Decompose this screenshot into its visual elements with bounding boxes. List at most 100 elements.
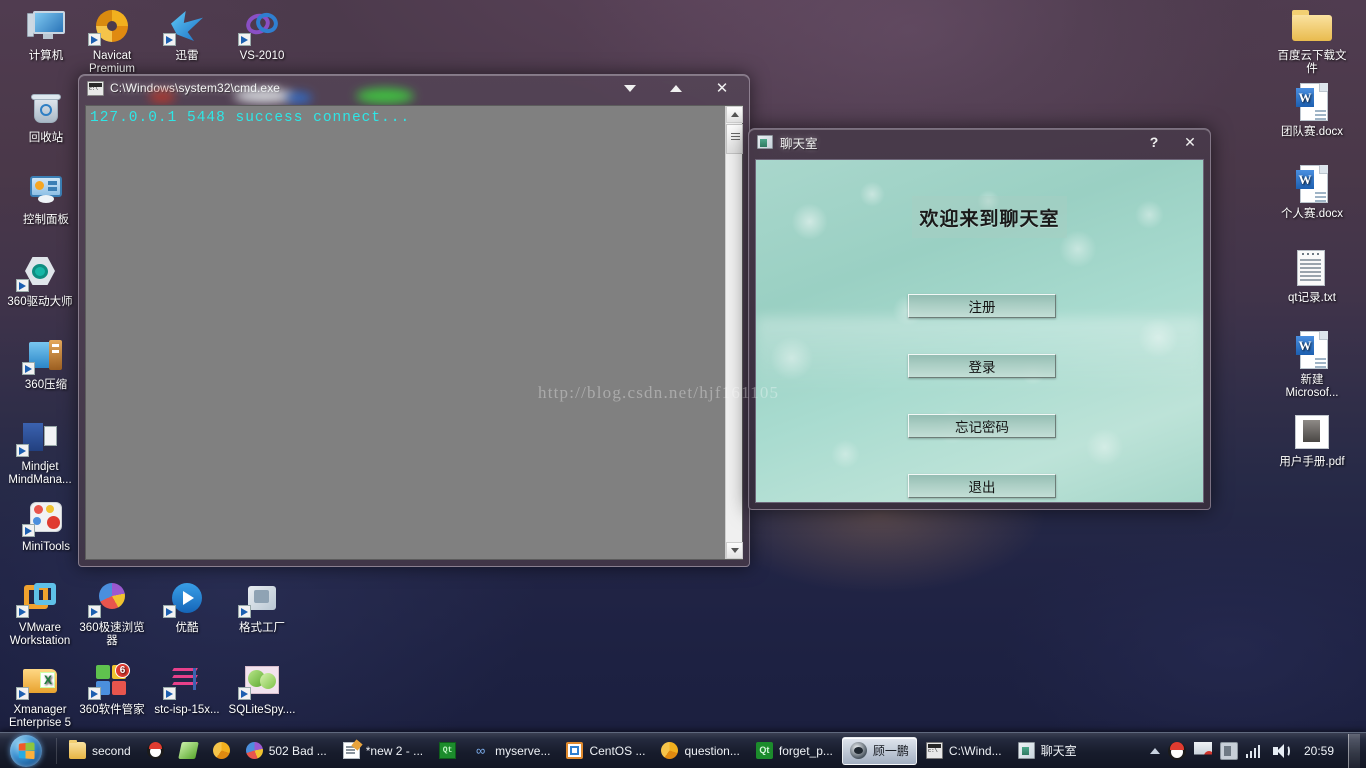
device-icon[interactable] <box>1220 742 1238 760</box>
a-navicat-icon <box>88 6 136 46</box>
taskbar-item-label: C:\Wind... <box>949 744 1002 758</box>
login-button[interactable]: 登录 <box>908 354 1056 378</box>
taskbar-item-money[interactable] <box>173 737 204 765</box>
desktop-icon-label: VS-2010 <box>224 50 300 63</box>
desktop-icon[interactable]: Mindjet MindMana... <box>2 417 78 487</box>
shortcut-arrow-icon <box>16 605 29 618</box>
a-xl-icon <box>163 6 211 46</box>
cmd-window[interactable]: C:\Windows\system32\cmd.exe ✕ 127.0.0.1 … <box>78 74 750 567</box>
shortcut-arrow-icon <box>163 605 176 618</box>
cmd-minimize-button[interactable] <box>607 77 653 99</box>
taskbar[interactable]: second 502 Bad ... *new 2 - ... Qt ∞myserve.… <box>0 732 1366 768</box>
desktop-icon-label: Xmanager Enterprise 5 <box>2 704 78 730</box>
taskbar-item-myserver[interactable]: ∞myserve... <box>465 737 557 765</box>
chatroom-titlebar[interactable]: 聊天室 ? ✕ <box>749 129 1210 155</box>
a-panel-icon <box>22 170 70 210</box>
desktop-icon[interactable]: Navicat Premium <box>74 6 150 76</box>
desktop-icon[interactable]: W个人赛.docx <box>1274 164 1350 221</box>
desktop-icon-label: 360驱动大师 <box>2 296 78 309</box>
desktop-icon[interactable]: 计算机 <box>8 6 84 63</box>
desktop-icon-label: VMware Workstation <box>2 622 78 648</box>
desktop-icon[interactable]: 360极速浏览器 <box>74 578 150 648</box>
register-button[interactable]: 注册 <box>908 294 1056 318</box>
taskbar-item-label: 顾一鹏 <box>873 742 909 759</box>
desktop-icon[interactable]: 优酷 <box>149 578 225 635</box>
infinity-icon: ∞ <box>472 742 489 759</box>
desktop-icon[interactable]: VMware Workstation <box>2 578 78 648</box>
volume-icon[interactable] <box>1272 742 1290 760</box>
cmd-titlebar[interactable]: C:\Windows\system32\cmd.exe ✕ <box>79 75 749 101</box>
qq-tray-icon[interactable] <box>1168 742 1186 760</box>
taskbar-item-question[interactable]: question... <box>654 737 746 765</box>
flag-error-icon[interactable] <box>1194 742 1212 760</box>
forgot-password-button[interactable]: 忘记密码 <box>908 414 1056 438</box>
desktop-icon[interactable]: VS-2010 <box>224 6 300 63</box>
system-tray[interactable]: 20:59 <box>1150 734 1366 768</box>
shortcut-arrow-icon <box>16 687 29 700</box>
a-zip-icon <box>22 335 70 375</box>
exit-button[interactable]: 退出 <box>908 474 1056 498</box>
taskbar-item-chatroom[interactable]: 聊天室 <box>1011 737 1084 765</box>
taskbar-item-qq[interactable] <box>140 737 171 765</box>
desktop-icon[interactable]: MiniTools <box>8 497 84 554</box>
cmd-console-output[interactable]: 127.0.0.1 5448 success connect... <box>86 106 725 559</box>
cmd-close-button[interactable]: ✕ <box>699 77 745 99</box>
taskbar-item-second[interactable]: second <box>62 737 138 765</box>
desktop-icon[interactable]: 回收站 <box>8 88 84 145</box>
taskbar-item-cmd[interactable]: C:\Wind... <box>919 737 1009 765</box>
desktop-icon[interactable]: stc-isp-15x... <box>149 660 225 717</box>
taskbar-item-notepad[interactable]: *new 2 - ... <box>336 737 430 765</box>
scroll-down-arrow-icon[interactable] <box>726 542 743 559</box>
desktop-icon-label: 用户手册.pdf <box>1274 456 1350 469</box>
qtq-icon: Qt <box>756 742 773 759</box>
desktop-icon[interactable]: 格式工厂 <box>224 578 300 635</box>
desktop-icon[interactable]: 6360软件管家 <box>74 660 150 717</box>
desktop-icon[interactable]: W新建 Microsof... <box>1274 330 1350 400</box>
taskbar-item-browser[interactable]: 502 Bad ... <box>239 737 334 765</box>
desktop-icon[interactable]: 控制面板 <box>8 170 84 227</box>
scroll-up-arrow-icon[interactable] <box>726 106 743 123</box>
scrollbar-thumb[interactable] <box>726 124 743 154</box>
desktop[interactable]: 计算机回收站控制面板 360驱动大师 360压缩 Mindjet MindMana..… <box>0 0 1366 768</box>
desktop-icon[interactable]: 360压缩 <box>8 335 84 392</box>
taskbar-item-forget-p[interactable]: Qtforget_p... <box>749 737 840 765</box>
signal-icon[interactable] <box>1246 744 1264 758</box>
a-ff-icon <box>238 578 286 618</box>
desktop-icon[interactable]: W团队赛.docx <box>1274 82 1350 139</box>
chatroom-window[interactable]: 聊天室 ? ✕ 欢迎来到聊天室 注册 登录 忘记密码 退出 <box>748 128 1211 510</box>
desktop-icon[interactable]: 迅雷 <box>149 6 225 63</box>
desktop-icon-label: stc-isp-15x... <box>149 704 225 717</box>
person-icon <box>850 742 867 759</box>
show-desktop-button[interactable] <box>1348 734 1360 768</box>
taskbar-clock[interactable]: 20:59 <box>1298 744 1340 758</box>
taskbar-item-qt-creator[interactable]: Qt <box>432 737 463 765</box>
help-button[interactable]: ? <box>1136 131 1172 153</box>
taskbar-item-label: 502 Bad ... <box>269 744 327 758</box>
a-vm-icon <box>16 578 64 618</box>
cmd-scrollbar[interactable] <box>725 106 742 559</box>
taskbar-item-centos[interactable]: CentOS ... <box>559 737 652 765</box>
show-hidden-icons-button[interactable] <box>1150 748 1160 754</box>
cmd-maximize-button[interactable] <box>653 77 699 99</box>
taskbar-item-guyipeng[interactable]: 顾一鹏 <box>842 737 917 765</box>
taskbar-item-navicat[interactable] <box>206 737 237 765</box>
desktop-icon[interactable]: qt记录.txt <box>1274 248 1350 305</box>
a-br360-icon <box>88 578 136 618</box>
taskbar-item-label: question... <box>684 744 739 758</box>
chatroom-close-button[interactable]: ✕ <box>1172 131 1208 153</box>
a-360sw-icon: 6 <box>88 660 136 700</box>
desktop-icon[interactable]: Xmanager Enterprise 5 <box>2 660 78 730</box>
desktop-icon-label: 迅雷 <box>149 50 225 63</box>
qtc-icon: Qt <box>439 742 456 759</box>
desktop-icon[interactable]: 用户手册.pdf <box>1274 412 1350 469</box>
desktop-icon-label: 360极速浏览器 <box>74 622 150 648</box>
desktop-icon[interactable]: 百度云下载文件 <box>1274 6 1350 76</box>
a-txt-icon <box>1288 248 1336 288</box>
desktop-icon[interactable]: 360驱动大师 <box>2 252 78 309</box>
desktop-icon[interactable]: SQLiteSpy.... <box>224 660 300 717</box>
start-button[interactable] <box>0 734 52 768</box>
cmd-body: 127.0.0.1 5448 success connect... <box>85 105 743 560</box>
shortcut-arrow-icon <box>16 279 29 292</box>
taskbar-item-label: second <box>92 744 131 758</box>
money-icon <box>178 742 199 759</box>
